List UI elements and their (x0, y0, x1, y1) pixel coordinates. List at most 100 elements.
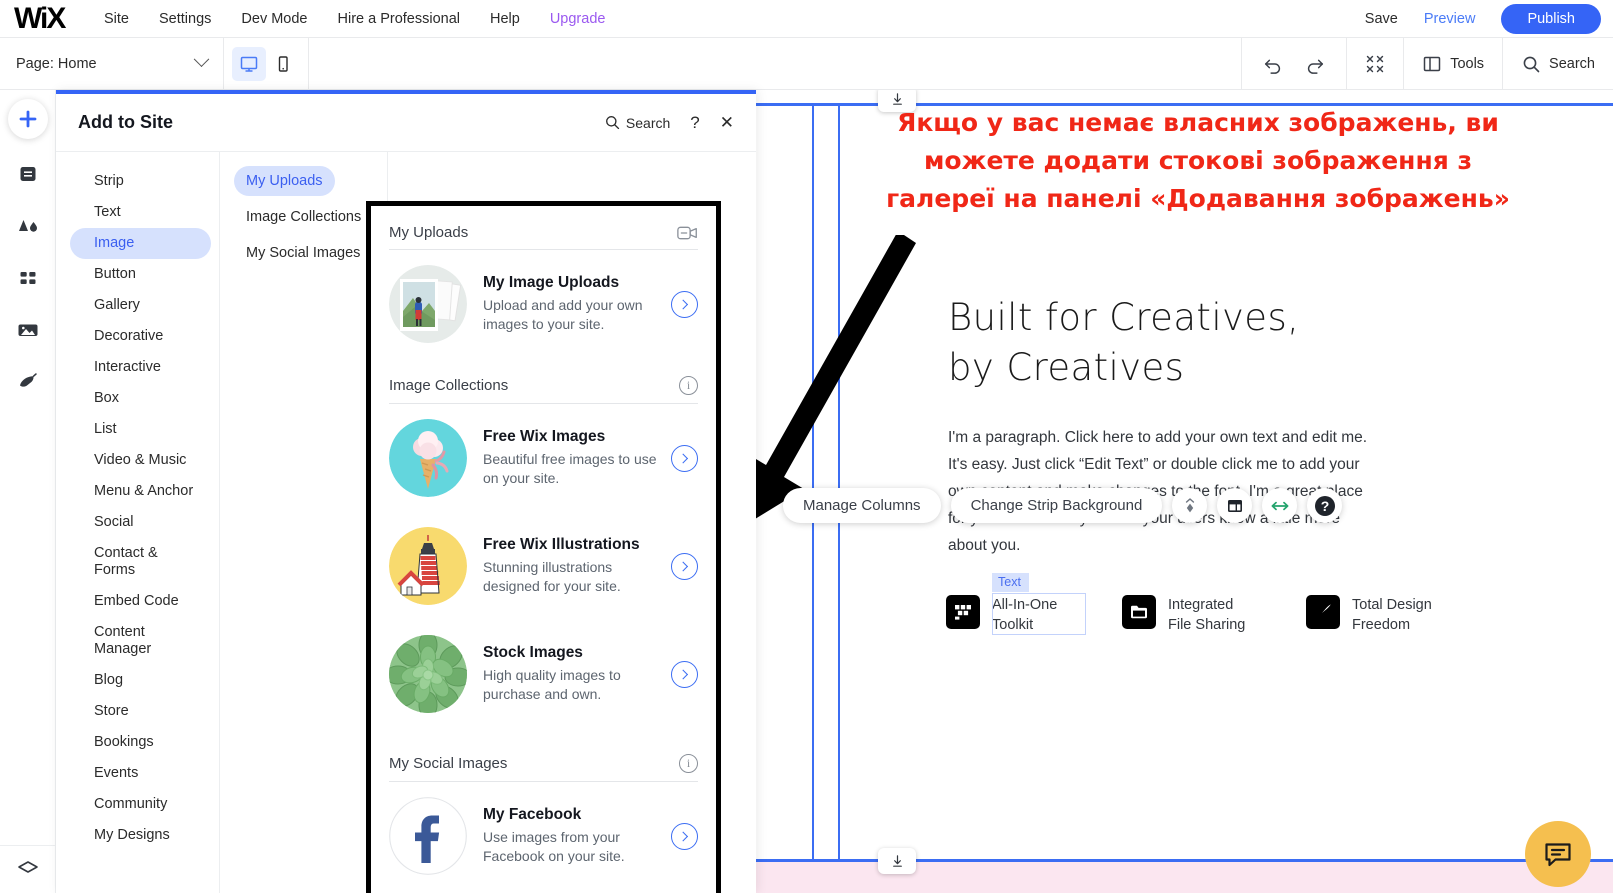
panel-category-list: Strip Text Image Button Gallery Decorati… (56, 152, 220, 893)
hiker-photos-thumb (389, 265, 467, 343)
category-interactive[interactable]: Interactive (70, 352, 211, 383)
category-community[interactable]: Community (70, 789, 211, 820)
panel-card-my-image-uploads[interactable]: My Image Uploads Upload and add your own… (389, 250, 698, 358)
chevron-right-icon[interactable] (671, 444, 698, 472)
panel-card-free-wix-illustrations[interactable]: Free Wix Illustrations Stunning illustra… (389, 512, 698, 620)
panel-card-stock-images[interactable]: Stock Images High quality images to purc… (389, 620, 698, 728)
category-menu-anchor[interactable]: Menu & Anchor (70, 476, 211, 507)
panel-card-desc: Beautiful free images to use on your sit… (483, 451, 657, 486)
preview-button[interactable]: Preview (1424, 11, 1476, 27)
feature-item-design-freedom[interactable]: Total Design Freedom (1306, 595, 1496, 635)
category-button[interactable]: Button (70, 259, 211, 290)
category-events[interactable]: Events (70, 758, 211, 789)
category-strip[interactable]: Strip (70, 166, 211, 197)
panel-content-scroll[interactable]: My Uploads My Image Uploads Upload and a… (371, 206, 716, 890)
panel-card-text: My Facebook Use images from your Faceboo… (467, 806, 671, 866)
search-button[interactable]: Search (1502, 38, 1613, 90)
chevron-right-icon[interactable] (671, 552, 698, 580)
strip-collapse-handle-bottom[interactable] (878, 848, 916, 874)
panel-card-title: Free Wix Illustrations (483, 536, 640, 553)
feature-label-design-freedom: Total Design Freedom (1352, 597, 1432, 633)
feature-item-toolkit[interactable]: Text All-In-One Toolkit (946, 573, 1122, 635)
undo-redo-group (1241, 38, 1346, 90)
top-actions: Save Preview Publish (1365, 0, 1601, 38)
change-strip-background-button[interactable]: Change Strip Background (950, 488, 1163, 523)
category-list[interactable]: List (70, 414, 211, 445)
category-text[interactable]: Text (70, 197, 211, 228)
zoom-out-button[interactable] (1346, 38, 1403, 90)
panel-help-button[interactable]: ? (690, 113, 699, 133)
toolkit-icon (946, 595, 980, 629)
rail-item-site-pages[interactable] (0, 148, 56, 200)
category-image[interactable]: Image (70, 228, 211, 259)
layout-button[interactable] (1217, 488, 1253, 523)
category-bookings[interactable]: Bookings (70, 727, 211, 758)
category-gallery[interactable]: Gallery (70, 290, 211, 321)
rail-item-dev-tools[interactable] (0, 356, 56, 408)
chat-fab-button[interactable] (1525, 821, 1591, 887)
info-icon[interactable]: i (679, 376, 698, 395)
upload-camera-icon[interactable] (677, 225, 698, 241)
subcategory-image-collections[interactable]: Image Collections (234, 202, 373, 232)
desktop-icon (240, 56, 258, 72)
rail-item-site-design[interactable] (0, 200, 56, 252)
rail-item-my-media[interactable] (0, 304, 56, 356)
panel-content-highlighted: My Uploads My Image Uploads Upload and a… (366, 201, 721, 893)
redo-icon[interactable] (1304, 53, 1326, 75)
category-store[interactable]: Store (70, 696, 211, 727)
mobile-view-button[interactable] (266, 47, 300, 81)
animation-button[interactable] (1172, 488, 1208, 523)
publish-button[interactable]: Publish (1501, 4, 1601, 34)
stretch-arrows-icon (1271, 501, 1289, 510)
zoom-out-icon (1366, 55, 1384, 73)
collapse-strip-icon (892, 854, 902, 867)
menu-item-dev-mode[interactable]: Dev Mode (241, 11, 307, 27)
category-content-manager[interactable]: Content Manager (70, 617, 211, 665)
category-box[interactable]: Box (70, 383, 211, 414)
menu-item-hire-a-professional[interactable]: Hire a Professional (338, 11, 461, 27)
chevron-right-icon[interactable] (671, 822, 698, 850)
search-label: Search (1549, 56, 1595, 72)
panel-card-text: My Image Uploads Upload and add your own… (467, 274, 671, 334)
panel-search-button[interactable]: Search (604, 114, 670, 131)
menu-item-site[interactable]: Site (104, 11, 129, 27)
category-decorative[interactable]: Decorative (70, 321, 211, 352)
save-button[interactable]: Save (1365, 11, 1398, 27)
category-blog[interactable]: Blog (70, 665, 211, 696)
panel-title: Add to Site (78, 112, 173, 132)
category-my-designs[interactable]: My Designs (70, 820, 211, 851)
undo-icon[interactable] (1262, 53, 1284, 75)
category-contact-forms[interactable]: Contact & Forms (70, 538, 211, 586)
rail-item-add-elements[interactable] (0, 90, 56, 148)
rail-item-app-market[interactable] (0, 252, 56, 304)
selection-outline (992, 593, 1086, 635)
menu-item-settings[interactable]: Settings (159, 11, 211, 27)
subcategory-my-social-images[interactable]: My Social Images (234, 238, 372, 268)
panel-card-free-wix-images[interactable]: Free Wix Images Beautiful free images to… (389, 404, 698, 512)
panel-close-button[interactable]: ✕ (720, 113, 734, 133)
category-social[interactable]: Social (70, 507, 211, 538)
info-icon[interactable]: i (679, 754, 698, 773)
category-video-music[interactable]: Video & Music (70, 445, 211, 476)
left-rail (0, 90, 56, 893)
rail-item-layers[interactable] (0, 845, 56, 889)
panel-card-my-facebook[interactable]: My Facebook Use images from your Faceboo… (389, 782, 698, 890)
panel-card-text: Free Wix Images Beautiful free images to… (467, 428, 671, 488)
category-embed-code[interactable]: Embed Code (70, 586, 211, 617)
wix-logo[interactable]: WiX (14, 3, 76, 34)
chevron-right-icon[interactable] (671, 290, 698, 318)
chevron-right-icon[interactable] (671, 660, 698, 688)
subcategory-my-uploads[interactable]: My Uploads (234, 166, 335, 196)
menu-item-upgrade[interactable]: Upgrade (550, 11, 606, 27)
menu-item-help[interactable]: Help (490, 11, 520, 27)
headline-line-2: by Creatives (948, 346, 1185, 389)
theme-icon (19, 220, 37, 232)
manage-columns-button[interactable]: Manage Columns (783, 488, 941, 523)
desktop-view-button[interactable] (232, 46, 266, 81)
tools-button[interactable]: Tools (1403, 38, 1502, 90)
media-icon (18, 324, 38, 336)
page-selector[interactable]: Page: Home (0, 37, 224, 90)
help-button[interactable]: ? (1307, 488, 1343, 523)
feature-item-file-sharing[interactable]: Integrated File Sharing (1122, 595, 1306, 635)
stretch-button[interactable] (1262, 488, 1298, 523)
